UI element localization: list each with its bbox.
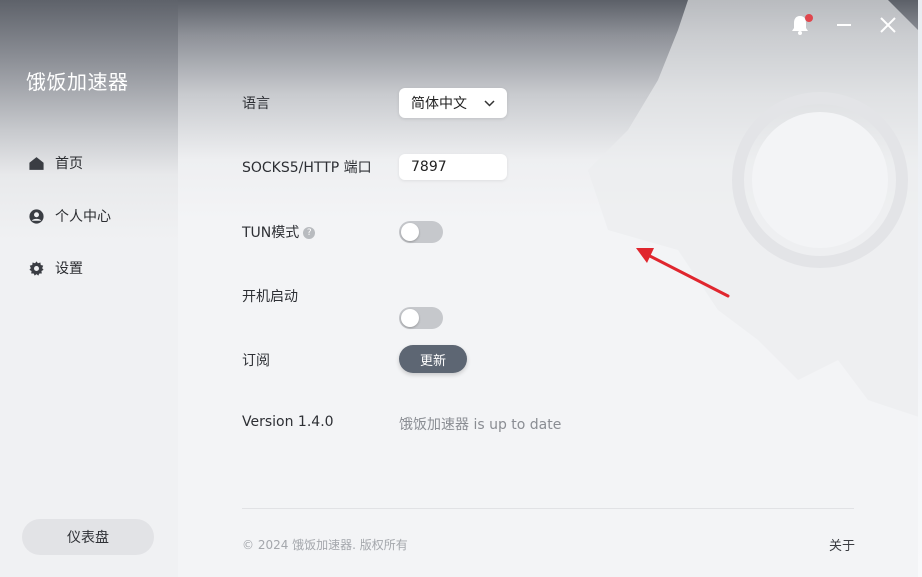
footer-divider xyxy=(242,508,854,509)
language-select-value: 简体中文 xyxy=(411,96,467,112)
chevron-down-icon xyxy=(484,99,495,107)
subscription-label: 订阅 xyxy=(242,353,270,369)
tun-label-text: TUN模式 xyxy=(242,225,300,241)
settings-panel: 语言 简体中文 SOCKS5/HTTP 端口 TUN模式? 开机启动 订阅 更新… xyxy=(178,0,918,577)
sidebar-item-profile[interactable]: 个人中心 xyxy=(28,206,111,226)
gear-icon xyxy=(29,260,44,276)
help-icon[interactable]: ? xyxy=(303,227,316,239)
version-label: Version 1.4.0 xyxy=(242,414,334,430)
home-icon xyxy=(29,156,44,170)
autostart-toggle[interactable] xyxy=(399,307,443,329)
update-subscription-button[interactable]: 更新 xyxy=(399,345,467,373)
sidebar-item-home[interactable]: 首页 xyxy=(28,153,83,173)
sidebar-item-label: 首页 xyxy=(55,156,83,172)
background-gear-decoration xyxy=(588,0,918,417)
sidebar: 饿饭加速器 首页 个人中心 设置 仪表盘 xyxy=(0,0,178,577)
minimize-icon[interactable] xyxy=(836,16,852,32)
language-label: 语言 xyxy=(242,96,270,112)
tun-label: TUN模式? xyxy=(242,222,316,242)
app-window: 饿饭加速器 首页 个人中心 设置 仪表盘 语言 简体中文 SOCKS5/HTTP… xyxy=(0,0,918,577)
app-title: 饿饭加速器 xyxy=(26,70,129,94)
dashboard-button[interactable]: 仪表盘 xyxy=(22,519,154,555)
update-status-text: 饿饭加速器 is up to date xyxy=(399,417,562,433)
close-icon[interactable] xyxy=(880,17,896,33)
sidebar-item-label: 设置 xyxy=(55,261,83,277)
autostart-label: 开机启动 xyxy=(242,289,298,305)
language-select[interactable]: 简体中文 xyxy=(399,88,507,118)
tun-toggle[interactable] xyxy=(399,221,443,243)
toggle-knob xyxy=(401,223,419,241)
notification-dot xyxy=(805,14,813,22)
port-input[interactable] xyxy=(399,154,507,180)
sidebar-item-settings[interactable]: 设置 xyxy=(28,258,83,278)
window-edge xyxy=(918,0,922,577)
sidebar-item-label: 个人中心 xyxy=(55,209,111,225)
user-icon xyxy=(29,208,44,224)
port-label: SOCKS5/HTTP 端口 xyxy=(242,160,372,176)
annotation-arrow xyxy=(636,248,730,298)
toggle-knob xyxy=(401,309,419,327)
copyright-text: © 2024 饿饭加速器. 版权所有 xyxy=(242,538,408,552)
about-link[interactable]: 关于 xyxy=(829,535,855,554)
